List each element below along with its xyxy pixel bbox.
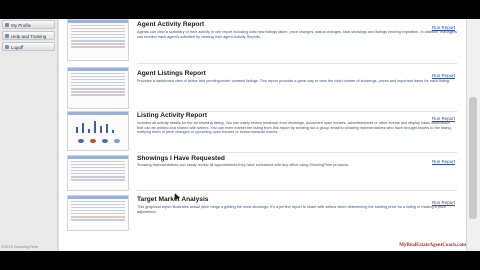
report-showings-requested: Showings I Have Requested Run Report Sho… bbox=[67, 155, 465, 191]
copyright-footer: ©2013 ShowingTime bbox=[1, 244, 39, 249]
top-black-bar bbox=[0, 0, 480, 19]
profile-icon bbox=[5, 23, 9, 27]
run-report-link[interactable]: Run Report bbox=[432, 73, 455, 78]
report-agent-activity: Agent Activity Report Run Report Agents … bbox=[67, 19, 465, 64]
divider bbox=[137, 190, 457, 191]
report-description: Showing representatives can easily revie… bbox=[137, 163, 349, 167]
sidebar-item-my-profile[interactable]: My Profile bbox=[2, 20, 55, 29]
report-description: Provides a dashboard view of active and … bbox=[137, 79, 450, 83]
sidebar-item-label: Logoff bbox=[11, 45, 24, 50]
report-description: This graphical report illustrates actual… bbox=[137, 205, 447, 214]
sidebar-item-logoff[interactable]: Logoff bbox=[2, 42, 55, 51]
divider bbox=[137, 152, 457, 153]
report-title[interactable]: Listing Activity Report bbox=[137, 112, 207, 119]
sidebar-item-label: Help and Training bbox=[11, 34, 47, 39]
watermark-text: MyRealEstateAgentCoach.com bbox=[399, 243, 466, 248]
thumbnail-bar-chart bbox=[76, 119, 120, 133]
report-thumbnail[interactable] bbox=[67, 19, 129, 61]
report-target-market: Target Market Analysis Run Report This g… bbox=[67, 195, 465, 245]
divider bbox=[137, 63, 457, 64]
report-description: Includes all activity details for the ad… bbox=[137, 121, 452, 135]
report-thumbnail[interactable] bbox=[67, 111, 129, 151]
report-thumbnail[interactable] bbox=[67, 67, 129, 109]
report-thumbnail[interactable] bbox=[67, 155, 129, 191]
help-icon bbox=[5, 34, 9, 38]
logoff-icon bbox=[5, 45, 9, 49]
reports-list: Agent Activity Report Run Report Agents … bbox=[58, 19, 467, 251]
sidebar-item-help-training[interactable]: Help and Training bbox=[2, 31, 55, 40]
report-title[interactable]: Agent Activity Report bbox=[137, 21, 204, 28]
report-agent-listings: Agent Listings Report Run Report Provide… bbox=[67, 67, 465, 112]
report-listing-activity: Listing Activity Report Run Report Inclu… bbox=[67, 111, 465, 153]
report-title[interactable]: Agent Listings Report bbox=[137, 70, 206, 77]
sidebar: My Profile Help and Training Logoff ©201… bbox=[0, 19, 58, 251]
browser-viewport: My Profile Help and Training Logoff ©201… bbox=[0, 19, 480, 251]
scrollbar-thumb[interactable] bbox=[469, 97, 477, 219]
bottom-black-bar bbox=[0, 251, 480, 270]
report-title[interactable]: Showings I Have Requested bbox=[137, 155, 225, 162]
sidebar-item-label: My Profile bbox=[11, 23, 32, 28]
report-thumbnail[interactable] bbox=[67, 195, 129, 231]
report-description: Agents can view a summary of their activ… bbox=[137, 30, 457, 39]
